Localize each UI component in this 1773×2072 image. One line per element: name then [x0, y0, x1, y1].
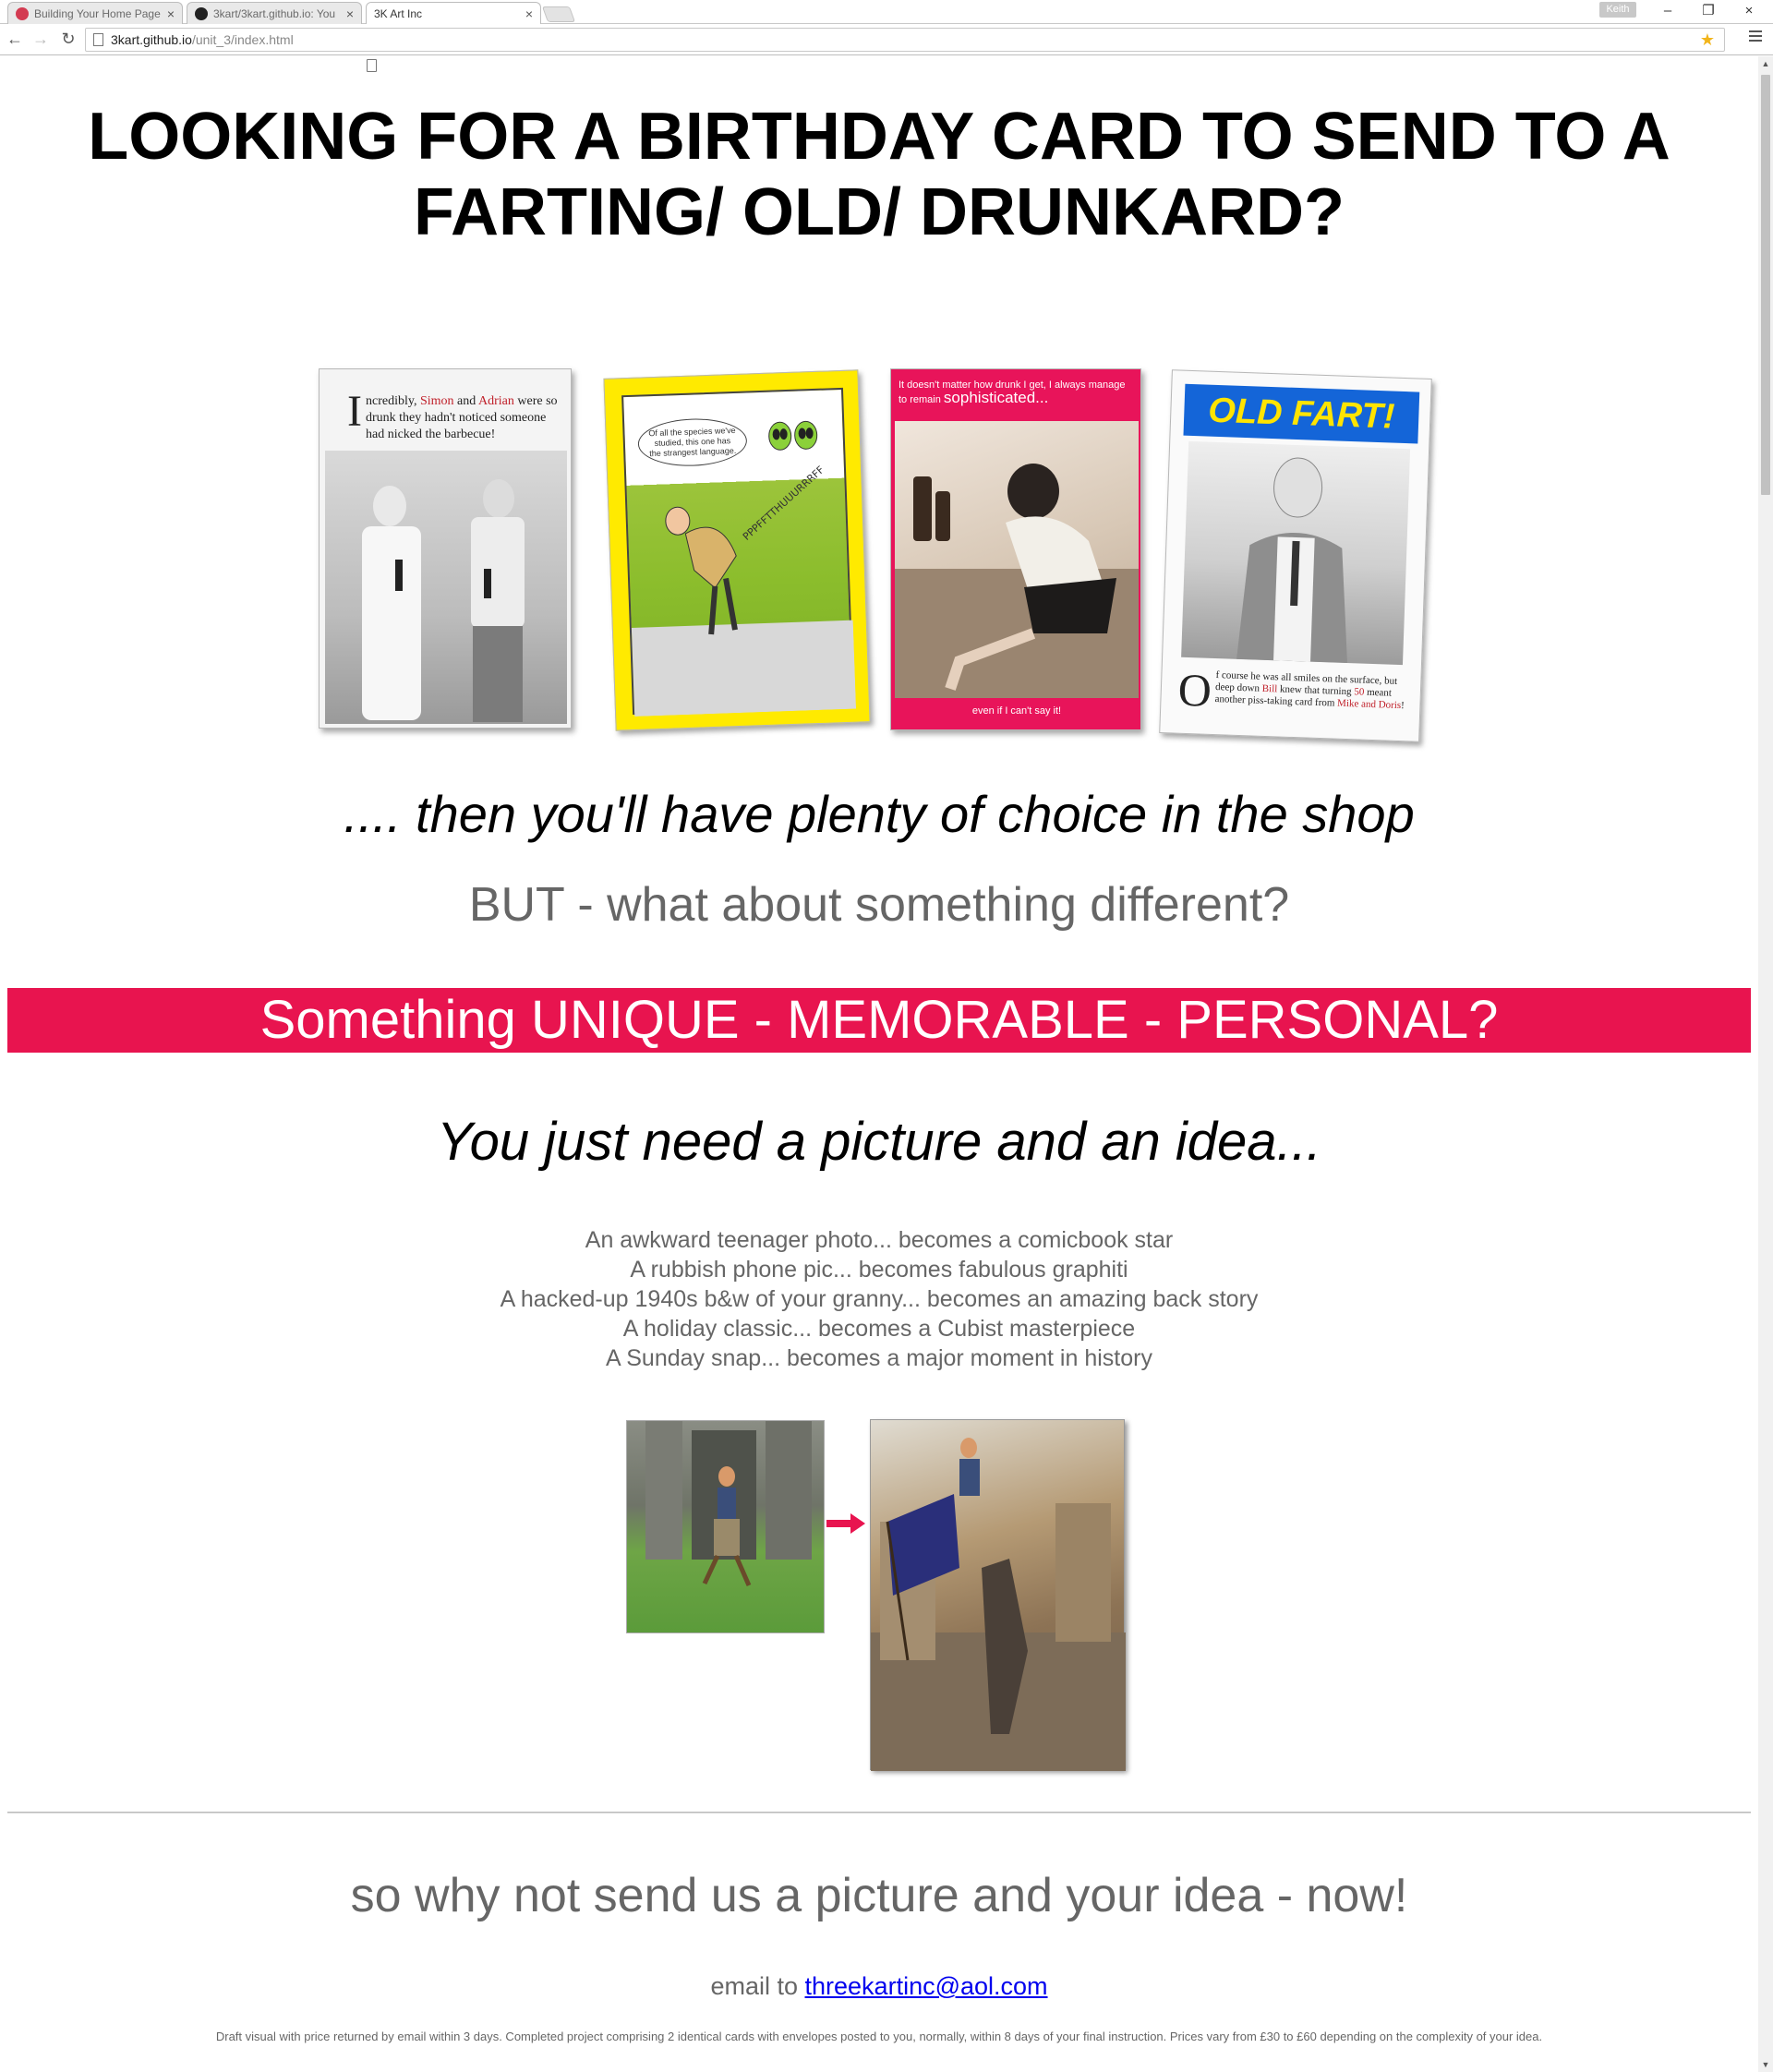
- bookmark-star-icon[interactable]: ★: [1700, 30, 1715, 50]
- tab-building-home-page[interactable]: Building Your Home Page ×: [7, 2, 183, 24]
- unique-banner: Something UNIQUE - MEMORABLE - PERSONAL?: [7, 988, 1751, 1053]
- vertical-scrollbar[interactable]: ▲ ▼: [1758, 56, 1773, 2072]
- sound-effect-text: PPPFFTTHUUURRRFF: [741, 464, 826, 543]
- browser-toolbar: ← → ↻ 3kart.github.io/unit_3/index.html …: [0, 24, 1773, 55]
- example-item: A hacked-up 1940s b&w of your granny... …: [500, 1286, 1259, 1312]
- page-content: LOOKING FOR A BIRTHDAY CARD TO SEND TO A…: [0, 56, 1758, 2072]
- card-old-fart: OLD FART! Of course he was all smiles on…: [1159, 369, 1432, 742]
- page-icon: [93, 33, 103, 46]
- card-illustration: Of all the species we've studied, this o…: [621, 387, 857, 717]
- caption-name: Bill: [1261, 682, 1278, 695]
- url-host: 3kart.github.io: [111, 32, 192, 47]
- call-to-action: so why not send us a picture and your id…: [350, 1869, 1408, 1922]
- divider: [7, 1812, 1751, 1813]
- arrow-right-icon: [826, 1513, 865, 1534]
- card-photo: [1181, 440, 1411, 666]
- tab-strip: Building Your Home Page × 3kart/3kart.gi…: [0, 0, 1773, 72]
- example-item: A holiday classic... becomes a Cubist ma…: [622, 1316, 1136, 1342]
- after-card-photo: [870, 1419, 1126, 1771]
- card-caption: Incredibly, Simon and Adrian were so dru…: [347, 387, 561, 443]
- github-icon: [195, 6, 208, 20]
- url-path: /unit_3/index.html: [191, 32, 294, 47]
- tab-title: 3kart/3kart.github.io: You: [213, 6, 336, 20]
- example-item: An awkward teenager photo... becomes a c…: [585, 1227, 1174, 1253]
- email-line: email to threekartinc@aol.com: [0, 1972, 1758, 2001]
- different-question: BUT - what about something different?: [468, 878, 1290, 932]
- tab-close-icon[interactable]: ×: [346, 6, 354, 21]
- caption-text: !: [1400, 700, 1405, 712]
- card-drunk-barbecue: Incredibly, Simon and Adrian were so dru…: [319, 368, 572, 729]
- back-button[interactable]: ←: [4, 28, 26, 50]
- drop-cap: I: [347, 387, 362, 436]
- tab-title: Building Your Home Page: [34, 6, 161, 20]
- browser-menu-icon[interactable]: [1745, 28, 1766, 48]
- caption-name: Adrian: [477, 394, 514, 408]
- card-gallery: Incredibly, Simon and Adrian were so dru…: [0, 313, 1758, 742]
- card-caption-top: It doesn't matter how drunk I get, I alw…: [899, 379, 1135, 406]
- close-window-button[interactable]: ×: [1729, 0, 1769, 22]
- card-banner: OLD FART!: [1183, 383, 1420, 444]
- speech-bubble: Of all the species we've studied, this o…: [637, 416, 748, 468]
- tab-close-icon[interactable]: ×: [167, 6, 175, 21]
- card-photo: [325, 451, 567, 724]
- card-caption: Of course he was all smiles on the surfa…: [1176, 663, 1407, 719]
- pricing-note: Draft visual with price returned by emai…: [215, 2030, 1543, 2043]
- caption-text-large: sophisticated...: [943, 389, 1049, 406]
- caption-text: and: [453, 394, 478, 408]
- new-tab-button[interactable]: [541, 6, 576, 22]
- address-bar[interactable]: 3kart.github.io/unit_3/index.html ★: [85, 28, 1725, 52]
- tab-title: 3K Art Inc: [374, 7, 423, 20]
- restore-button[interactable]: ❐: [1688, 0, 1729, 22]
- tab-close-icon[interactable]: ×: [525, 6, 533, 21]
- before-photo: [626, 1420, 825, 1633]
- scroll-down-icon[interactable]: ▼: [1758, 2057, 1773, 2072]
- profile-button[interactable]: Keith: [1599, 2, 1636, 18]
- card-sophisticated-drunk: It doesn't matter how drunk I get, I alw…: [890, 368, 1141, 730]
- minimize-button[interactable]: –: [1647, 0, 1688, 22]
- scroll-up-icon[interactable]: ▲: [1758, 56, 1773, 71]
- tab-github-repo[interactable]: 3kart/3kart.github.io: You ×: [187, 2, 362, 24]
- forward-button[interactable]: →: [30, 28, 52, 50]
- caption-text: ncredibly,: [365, 394, 420, 408]
- site-favicon-icon: [16, 6, 29, 20]
- example-item: A Sunday snap... becomes a major moment …: [606, 1345, 1152, 1371]
- email-link[interactable]: threekartinc@aol.com: [805, 1972, 1048, 2000]
- caption-name: Simon: [419, 394, 454, 408]
- reload-button[interactable]: ↻: [57, 28, 79, 50]
- card-alien-fart: Of all the species we've studied, this o…: [603, 369, 871, 731]
- email-prefix: email to: [710, 1972, 805, 2000]
- scrollbar-thumb[interactable]: [1761, 75, 1770, 495]
- example-item: A rubbish phone pic... becomes fabulous …: [630, 1257, 1128, 1283]
- drop-cap: O: [1176, 663, 1212, 717]
- need-tagline: You just need a picture and an idea...: [437, 1112, 1321, 1172]
- page-headline: LOOKING FOR A BIRTHDAY CARD TO SEND TO A…: [88, 100, 1670, 249]
- tab-3k-art-inc[interactable]: 3K Art Inc ×: [366, 2, 541, 72]
- choice-tagline: .... then you'll have plenty of choice i…: [344, 785, 1415, 843]
- caption-name: Mike and Doris: [1336, 697, 1402, 712]
- card-caption-bottom: even if I can't say it!: [971, 705, 1062, 717]
- examples-list: An awkward teenager photo... becomes a c…: [0, 1225, 1758, 1373]
- card-photo: [895, 421, 1139, 698]
